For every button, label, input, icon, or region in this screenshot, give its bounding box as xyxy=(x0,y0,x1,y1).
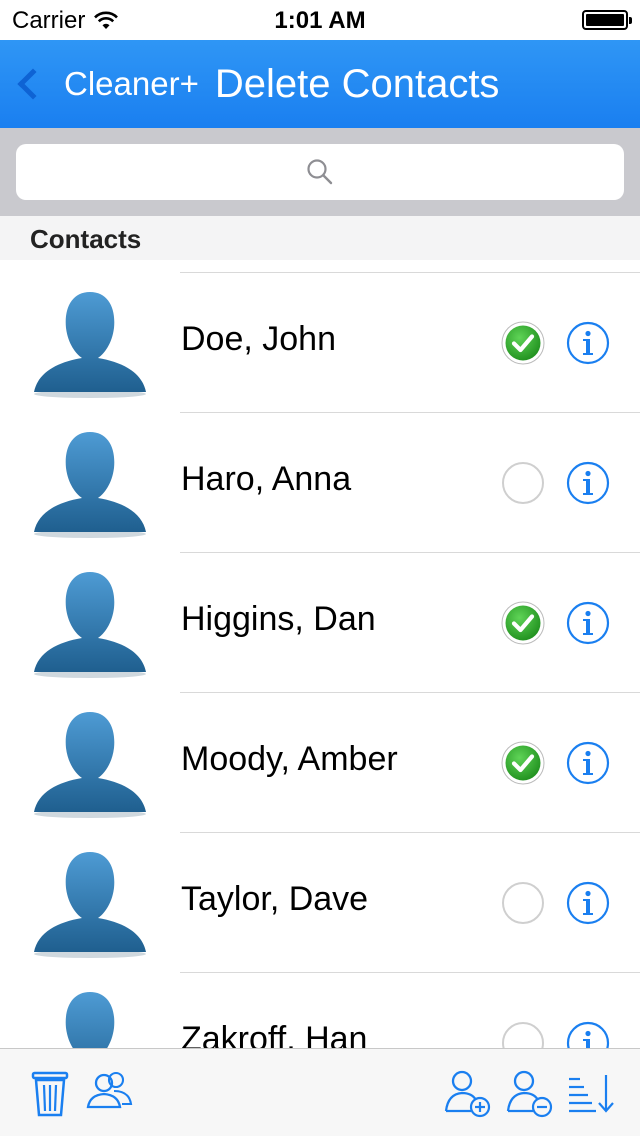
avatar-icon xyxy=(28,848,152,958)
contact-row[interactable]: Higgins, Dan xyxy=(0,552,640,692)
back-button[interactable]: Cleaner+ xyxy=(14,65,199,103)
battery-icon xyxy=(582,10,632,30)
back-label: Cleaner+ xyxy=(64,65,199,102)
checkmark-empty-icon[interactable] xyxy=(501,1021,545,1048)
row-separator xyxy=(180,412,640,413)
info-icon[interactable] xyxy=(566,881,610,925)
nav-bar: Cleaner+ Delete Contacts xyxy=(0,40,640,128)
contact-name: Doe, John xyxy=(181,320,336,358)
checkmark-empty-icon[interactable] xyxy=(501,881,545,925)
status-bar: Carrier 1:01 AM xyxy=(0,0,640,40)
row-separator xyxy=(180,972,640,973)
sort-button[interactable] xyxy=(566,1067,618,1119)
contact-row[interactable]: Taylor, Dave xyxy=(0,832,640,972)
row-separator xyxy=(180,552,640,553)
checkmark-empty-icon[interactable] xyxy=(501,461,545,505)
sort-icon xyxy=(569,1075,614,1113)
row-separator xyxy=(180,832,640,833)
avatar-icon xyxy=(28,288,152,398)
group-icon xyxy=(86,1071,133,1109)
row-separator xyxy=(180,272,640,273)
avatar-icon xyxy=(28,568,152,678)
contact-list: Doe, John Haro, Anna Higgins, Dan Moody,… xyxy=(0,260,640,1048)
search-icon xyxy=(307,159,333,185)
info-icon[interactable] xyxy=(566,321,610,365)
delete-button[interactable] xyxy=(24,1067,76,1119)
checkmark-selected-icon[interactable] xyxy=(501,601,545,645)
info-icon[interactable] xyxy=(566,1021,610,1048)
page-title: Delete Contacts xyxy=(214,61,500,106)
contact-name: Haro, Anna xyxy=(181,460,352,498)
avatar-icon xyxy=(28,988,152,1048)
avatar-icon xyxy=(28,708,152,818)
groups-button[interactable] xyxy=(84,1067,136,1119)
contact-row[interactable]: Zakroff, Han xyxy=(0,972,640,1048)
row-separator xyxy=(180,692,640,693)
contact-row[interactable]: Doe, John xyxy=(0,272,640,412)
info-icon[interactable] xyxy=(566,461,610,505)
contact-name: Higgins, Dan xyxy=(181,600,376,638)
contact-row[interactable]: Haro, Anna xyxy=(0,412,640,552)
chevron-left-icon xyxy=(17,68,49,100)
remove-contact-icon xyxy=(506,1070,553,1118)
checkmark-selected-icon[interactable] xyxy=(501,321,545,365)
search-bar xyxy=(0,128,640,216)
bottom-toolbar xyxy=(0,1048,640,1136)
info-icon[interactable] xyxy=(566,741,610,785)
contact-name: Moody, Amber xyxy=(181,740,398,778)
section-header: Contacts xyxy=(0,216,640,260)
add-contact-button[interactable] xyxy=(444,1067,496,1119)
info-icon[interactable] xyxy=(566,601,610,645)
contact-row[interactable]: Moody, Amber xyxy=(0,692,640,832)
checkmark-selected-icon[interactable] xyxy=(501,741,545,785)
search-input[interactable] xyxy=(16,144,624,200)
trash-icon xyxy=(31,1071,69,1117)
contact-name: Zakroff, Han xyxy=(181,1020,368,1048)
add-contact-icon xyxy=(444,1070,491,1118)
contact-name: Taylor, Dave xyxy=(181,880,369,918)
avatar-icon xyxy=(28,428,152,538)
status-time: 1:01 AM xyxy=(274,7,366,34)
remove-contact-button[interactable] xyxy=(506,1067,558,1119)
